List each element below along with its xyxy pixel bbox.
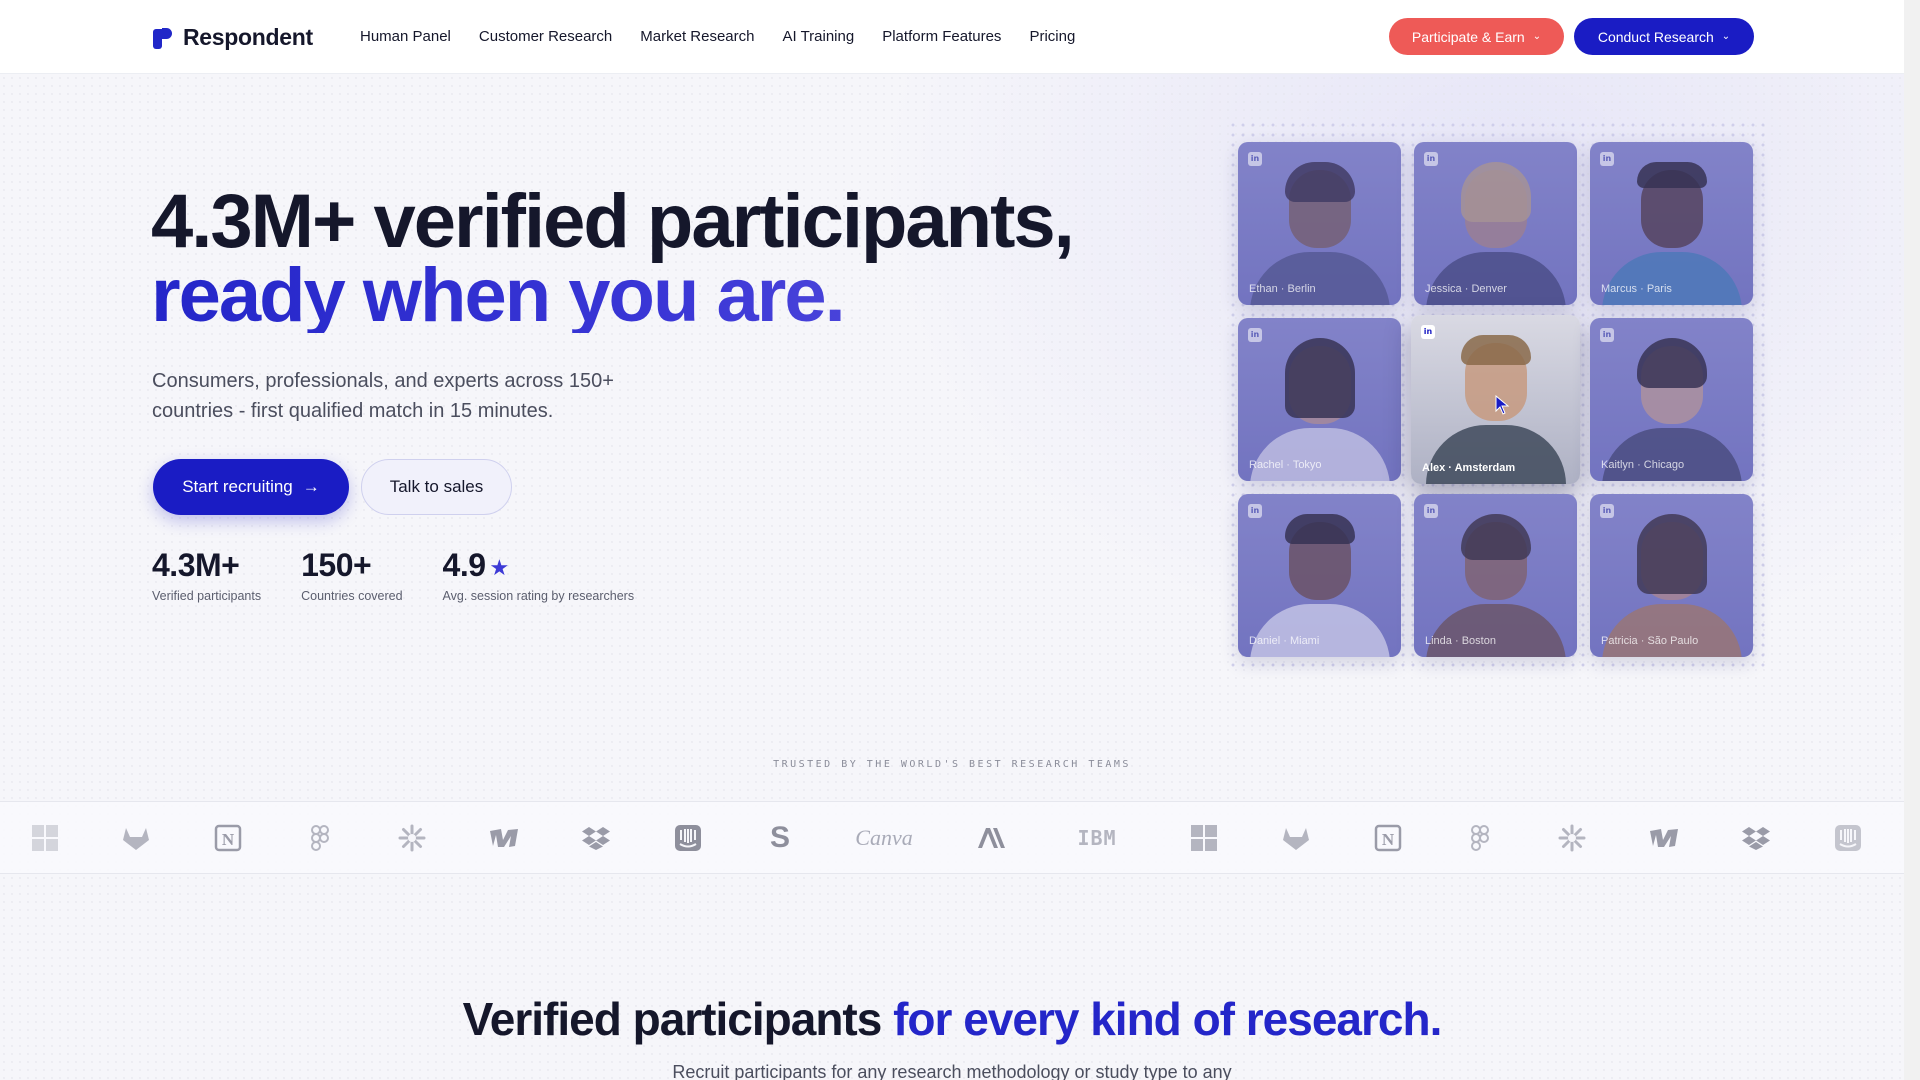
participant-caption: Patricia · São Paulo [1601, 635, 1699, 647]
nav-ai-training[interactable]: AI Training [783, 28, 855, 45]
participant-card[interactable]: in Ethan · Berlin [1238, 142, 1401, 305]
dropbox-icon [1741, 822, 1771, 854]
participant-card[interactable]: in Rachel · Tokyo [1238, 318, 1401, 481]
microsoft-icon [1189, 822, 1219, 854]
linkedin-icon: in [1248, 328, 1262, 342]
nav-customer-research[interactable]: Customer Research [479, 28, 612, 45]
participant-card[interactable]: in Patricia · São Paulo [1590, 494, 1753, 657]
brand-name: Respondent [183, 24, 313, 50]
brand-logo[interactable]: Respondent [153, 24, 313, 51]
trusted-label: TRUSTED BY THE WORLD'S BEST RESEARCH TEA… [773, 759, 1131, 770]
ibm-logo: IBM [1077, 826, 1117, 850]
participant-caption: Rachel · Tokyo [1249, 459, 1322, 471]
linkedin-icon: in [1600, 152, 1614, 166]
hero-title: 4.3M+ verified participants, ready when … [151, 179, 1075, 334]
nav-pricing[interactable]: Pricing [1029, 28, 1075, 45]
linkedin-icon: in [1424, 152, 1438, 166]
section-title-dark: Verified participants [462, 993, 883, 1045]
figma-icon [1465, 822, 1495, 854]
stat-value: 150+ [301, 546, 372, 583]
figma-icon [305, 822, 335, 854]
stat-value: 4.9 [442, 546, 486, 583]
customer-logo-strip: N S Canva IBM N [0, 801, 1904, 874]
arrow-right-icon: → [302, 477, 320, 496]
chevron-down-icon: ⌄ [1721, 31, 1731, 42]
start-recruiting-label: Start recruiting [182, 477, 293, 496]
mouse-cursor-icon [1495, 395, 1510, 415]
stat-label: Countries covered [301, 589, 403, 603]
linkedin-icon: in [1600, 328, 1614, 342]
participant-caption: Daniel · Miami [1249, 635, 1320, 647]
anthropic-icon [975, 822, 1009, 854]
gitlab-icon [1281, 822, 1311, 854]
stripe-s-logo: S [769, 821, 790, 854]
participate-earn-button[interactable]: Participate & Earn ⌄ [1389, 18, 1564, 55]
participant-caption: Alex · Amsterdam [1422, 462, 1516, 474]
section-title-blue: for every kind of research. [893, 993, 1442, 1045]
conduct-research-label: Conduct Research [1597, 28, 1714, 45]
gitlab-icon [121, 822, 151, 854]
start-recruiting-button[interactable]: Start recruiting → [153, 459, 349, 515]
scrollbar[interactable] [1904, 0, 1920, 1080]
main-nav: Human Panel Customer Research Market Res… [360, 28, 1075, 45]
stat-label: Verified participants [152, 589, 262, 603]
participant-caption: Linda · Boston [1425, 635, 1496, 647]
participant-card[interactable]: in Jessica · Denver [1414, 142, 1577, 305]
section-subtitle: Recruit participants for any research me… [672, 1062, 1232, 1080]
conduct-research-button[interactable]: Conduct Research ⌄ [1574, 18, 1754, 55]
stat-value: 4.3M+ [152, 546, 240, 583]
svg-text:N: N [1382, 830, 1395, 849]
star-icon: ★ [489, 555, 510, 580]
intercom-icon [1833, 822, 1863, 854]
zapier-icon [1557, 822, 1587, 854]
hero-title-line1: 4.3M+ verified participants, [151, 179, 1075, 264]
hero-stats: 4.3M+ Verified participants 150+ Countri… [152, 545, 674, 604]
webflow-icon [489, 822, 519, 854]
nav-market-research[interactable]: Market Research [640, 28, 754, 45]
linkedin-icon: in [1600, 504, 1614, 518]
participant-caption: Kaitlyn · Chicago [1601, 459, 1685, 471]
site-header: Respondent Human Panel Customer Research… [0, 0, 1904, 74]
participant-caption: Ethan · Berlin [1249, 283, 1316, 295]
webflow-icon [1649, 822, 1679, 854]
talk-to-sales-label: Talk to sales [389, 477, 484, 496]
stat-countries: 150+ Countries covered [301, 545, 403, 604]
participant-caption: Jessica · Denver [1425, 283, 1507, 295]
notion-icon: N [1373, 822, 1403, 854]
notion-icon: N [213, 822, 243, 854]
canva-logo: Canva [855, 825, 913, 850]
zapier-icon [397, 822, 427, 854]
dropbox-icon [581, 822, 611, 854]
linkedin-icon: in [1421, 325, 1435, 339]
nav-human-panel[interactable]: Human Panel [360, 28, 451, 45]
nav-platform-features[interactable]: Platform Features [882, 28, 1001, 45]
linkedin-icon: in [1424, 504, 1438, 518]
participant-caption: Marcus · Paris [1601, 283, 1672, 295]
linkedin-icon: in [1248, 152, 1262, 166]
svg-text:N: N [222, 830, 235, 849]
section-title: Verified participants for every kind of … [0, 992, 1904, 1046]
hero-title-line2: ready when you are. [151, 258, 1073, 334]
chevron-down-icon: ⌄ [1532, 31, 1542, 42]
stat-participants: 4.3M+ Verified participants [152, 545, 262, 604]
participant-card[interactable]: in Linda · Boston [1414, 494, 1577, 657]
stat-rating: 4.9 ★ Avg. session rating by researchers [442, 545, 635, 604]
hero-subtitle: Consumers, professionals, and experts ac… [152, 370, 614, 422]
microsoft-icon [30, 822, 60, 854]
talk-to-sales-button[interactable]: Talk to sales [361, 459, 512, 515]
page: Respondent Human Panel Customer Research… [0, 0, 1904, 1080]
participate-earn-label: Participate & Earn [1411, 28, 1525, 45]
stat-label: Avg. session rating by researchers [442, 589, 635, 603]
participant-card[interactable]: in Marcus · Paris [1590, 142, 1753, 305]
participant-card[interactable]: in Kaitlyn · Chicago [1590, 318, 1753, 481]
participant-card[interactable]: in Daniel · Miami [1238, 494, 1401, 657]
intercom-icon [673, 822, 703, 854]
respondent-logo-icon [153, 26, 175, 50]
linkedin-icon: in [1248, 504, 1262, 518]
